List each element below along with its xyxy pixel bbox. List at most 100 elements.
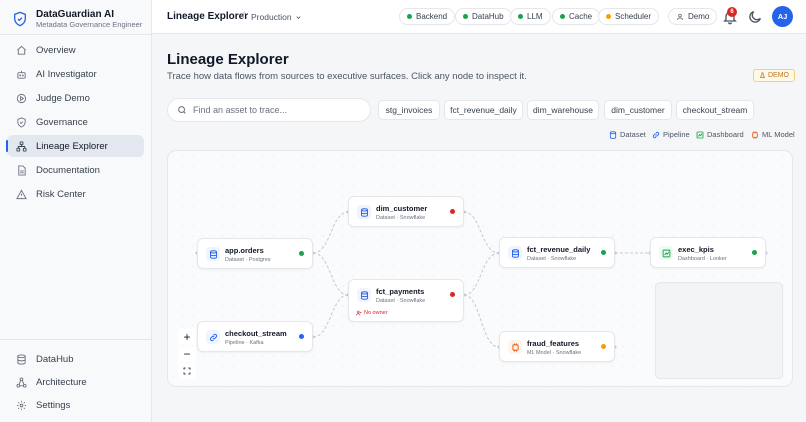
zoom-in-button[interactable]: +: [178, 329, 196, 345]
sidebar-item-lineage-explorer[interactable]: Lineage Explorer: [6, 135, 144, 157]
demo-badge: DEMO: [753, 69, 795, 82]
node-icon: [357, 288, 371, 302]
node-icon: [659, 246, 673, 260]
sidebar-item-ai-investigator[interactable]: AI Investigator: [7, 63, 144, 85]
legend-label: ML Model: [762, 130, 795, 139]
user-icon: [677, 13, 683, 20]
database-icon: [609, 130, 617, 139]
edge: [463, 294, 500, 348]
minimap[interactable]: [655, 282, 783, 379]
status-pill-datahub[interactable]: DataHub: [455, 8, 512, 25]
chevron-down-icon: [296, 15, 301, 19]
brand-name: DataGuardian AI: [36, 9, 114, 20]
lineage-node-fct-revenue-daily[interactable]: fct_revenue_daily Dataset · Snowflake: [499, 237, 615, 268]
model-icon: [511, 342, 519, 352]
node-name: fct_payments: [376, 287, 425, 296]
legend-label: Pipeline: [663, 130, 690, 139]
node-warning: No owner: [356, 310, 388, 316]
document-icon: [18, 164, 26, 176]
link-icon: [209, 333, 217, 341]
link-icon: [652, 131, 660, 138]
database-icon: [17, 353, 26, 365]
lineage-node-fct-payments[interactable]: fct_payments Dataset · Snowflake No owne…: [348, 279, 464, 322]
status-dot: [407, 14, 412, 19]
breadcrumb-separator: /: [242, 11, 245, 22]
sidebar-item-label: Judge Demo: [36, 92, 90, 104]
sidebar-item-governance[interactable]: Governance: [7, 111, 144, 133]
lineage-canvas[interactable]: app.orders Dataset · Postgres checkout_s…: [167, 150, 793, 387]
node-icon: [206, 247, 220, 261]
status-dot: [299, 251, 304, 256]
robot-icon: [17, 70, 26, 79]
shield-logo-icon: [14, 11, 26, 27]
search-input[interactable]: [193, 105, 353, 115]
node-meta: Dashboard · Looker: [678, 256, 727, 262]
lineage-node-dim-customer[interactable]: dim_customer Dataset · Snowflake: [348, 196, 464, 227]
zoom-out-button[interactable]: −: [178, 346, 196, 362]
status-dot: [601, 250, 606, 255]
legend-item-ml-model: ML Model: [751, 130, 795, 139]
avatar[interactable]: AJ: [772, 6, 793, 27]
breadcrumb-title[interactable]: Lineage Explorer: [167, 11, 248, 22]
legend-label: Dashboard: [707, 130, 744, 139]
quick-chip[interactable]: fct_revenue_daily: [444, 100, 523, 120]
status-dot: [601, 344, 606, 349]
flask-icon: [759, 72, 766, 78]
zoom-controls: + −: [178, 329, 196, 379]
quick-chip[interactable]: dim_customer: [604, 100, 672, 120]
database-icon: [360, 207, 368, 217]
sidebar-item-label: Architecture: [36, 376, 87, 388]
quick-chip[interactable]: checkout_stream: [676, 100, 754, 120]
node-icon: [508, 340, 522, 354]
sidebar-item-judge-demo[interactable]: Judge Demo: [7, 87, 144, 109]
moon-icon[interactable]: [747, 9, 763, 25]
sidebar-item-documentation[interactable]: Documentation: [7, 159, 144, 181]
fit-view-button[interactable]: [178, 363, 196, 379]
sidebar-item-label: Governance: [36, 116, 88, 128]
user-menu[interactable]: Demo: [668, 8, 718, 25]
brand-subtitle: Metadata Governance Engineer: [36, 20, 143, 29]
status-dot: [518, 14, 523, 19]
node-name: fct_revenue_daily: [527, 245, 591, 254]
shield-check-icon: [17, 116, 26, 128]
sidebar-item-datahub[interactable]: DataHub: [7, 348, 144, 370]
sidebar-item-label: Risk Center: [36, 188, 86, 200]
sidebar-item-label: Documentation: [36, 164, 100, 176]
lineage-node-fraud-features[interactable]: fraud_features ML Model · Snowflake: [499, 331, 615, 362]
status-pill-cache[interactable]: Cache: [552, 8, 601, 25]
status-pill-llm[interactable]: LLM: [510, 8, 551, 25]
notification-badge: 6: [727, 7, 737, 17]
lineage-node-checkout-stream[interactable]: checkout_stream Pipeline · Kafka: [197, 321, 313, 352]
page-subtitle: Trace how data flows from sources to exe…: [167, 71, 527, 82]
sidebar: DataGuardian AI Metadata Governance Engi…: [0, 0, 152, 422]
sidebar-divider: [0, 339, 152, 340]
status-pill-backend[interactable]: Backend: [399, 8, 456, 25]
legend-item-dataset: Dataset: [609, 130, 646, 139]
sidebar-item-architecture[interactable]: Architecture: [7, 371, 144, 393]
demo-badge-label: DEMO: [768, 72, 789, 79]
node-name: checkout_stream: [225, 329, 287, 338]
asset-search[interactable]: [167, 98, 371, 122]
lineage-node-exec-kpis[interactable]: exec_kpis Dashboard · Looker: [650, 237, 766, 268]
sidebar-item-overview[interactable]: Overview: [7, 39, 144, 61]
node-icon: [357, 205, 371, 219]
dashboard-icon: [662, 249, 670, 257]
sidebar-item-risk-center[interactable]: Risk Center: [7, 183, 144, 205]
node-icon: [206, 330, 220, 344]
brand[interactable]: DataGuardian AI Metadata Governance Engi…: [12, 9, 142, 29]
status-dot: [299, 334, 304, 339]
quick-chip[interactable]: stg_invoices: [378, 100, 440, 120]
lineage-node-app-orders[interactable]: app.orders Dataset · Postgres: [197, 238, 313, 269]
warning-icon: [16, 188, 27, 199]
database-icon: [360, 290, 368, 300]
edge: [463, 252, 500, 296]
sidebar-item-settings[interactable]: Settings: [7, 394, 144, 416]
home-icon: [17, 45, 26, 55]
network-icon: [16, 140, 27, 152]
edge: [312, 211, 349, 254]
node-meta: Dataset · Snowflake: [527, 256, 577, 262]
status-pill-scheduler[interactable]: Scheduler: [598, 8, 660, 25]
environment-selector[interactable]: Production: [251, 12, 302, 22]
node-meta: Dataset · Postgres: [225, 257, 271, 263]
quick-chip[interactable]: dim_warehouse: [527, 100, 599, 120]
